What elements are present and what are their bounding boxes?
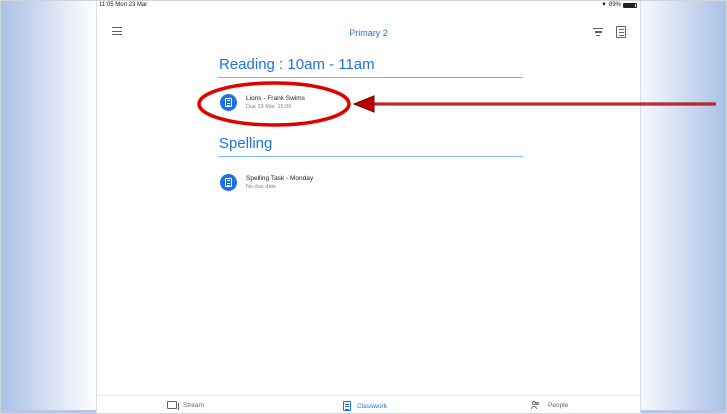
screen-edge-right	[640, 0, 641, 414]
assignment-title: Lions - Frank Swims	[246, 95, 305, 102]
battery-percent: 89%	[608, 2, 621, 8]
status-time: 11:05 Mon 23 Mar	[99, 2, 148, 8]
class-title: Primary 2	[349, 28, 388, 38]
assignment-item-spelling[interactable]: Spelling Task - Monday No due date	[220, 174, 520, 198]
wifi-icon: ▼	[601, 2, 607, 8]
topic-title: Reading : 10am - 11am	[219, 56, 375, 73]
battery-level	[624, 3, 635, 7]
topic-title: Spelling	[219, 135, 273, 152]
nav-label-classwork: Classwork	[357, 402, 387, 410]
nav-tab-people[interactable]: People	[531, 401, 568, 410]
assignment-title: Spelling Task - Monday	[246, 175, 314, 182]
status-indicators: ▼ 89%	[601, 2, 637, 8]
bottom-navigation: Stream Classwork People	[97, 395, 640, 414]
assignment-due-date: Due 23 Mar, 15:00	[246, 104, 292, 110]
filter-icon[interactable]	[593, 28, 603, 37]
assignment-icon	[220, 94, 237, 111]
battery-icon	[623, 2, 637, 8]
nav-label-stream: Stream	[183, 401, 204, 409]
assignment-icon	[220, 174, 237, 191]
assignment-due-date: No due date	[246, 184, 276, 190]
stream-icon	[167, 401, 179, 410]
tablet-screen: 11:05 Mon 23 Mar ▼ 89% Primary 2 Reading…	[97, 0, 640, 414]
nav-tab-classwork[interactable]: Classwork	[343, 401, 387, 411]
nav-tab-stream[interactable]: Stream	[167, 401, 204, 410]
topic-header-reading: Reading : 10am - 11am	[218, 55, 523, 78]
assignment-item-lions[interactable]: Lions - Frank Swims Due 23 Mar, 15:00	[220, 94, 520, 118]
people-icon	[531, 401, 542, 410]
topic-divider	[218, 156, 523, 157]
nav-label-people: People	[548, 402, 569, 409]
topic-header-spelling: Spelling	[218, 134, 523, 157]
classwork-icon	[343, 401, 351, 411]
class-drive-folder-icon[interactable]	[616, 26, 626, 38]
status-bar: 11:05 Mon 23 Mar ▼ 89%	[97, 0, 640, 12]
topic-divider	[218, 77, 523, 78]
app-bar: Primary 2	[97, 22, 640, 46]
